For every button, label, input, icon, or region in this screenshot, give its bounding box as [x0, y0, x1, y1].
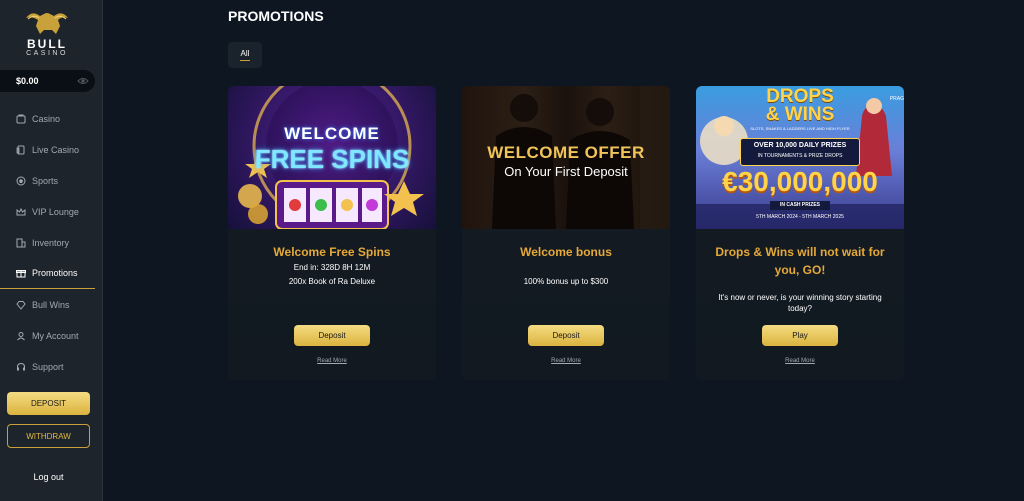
- sidebar-item-label: Casino: [32, 113, 61, 124]
- image-text-first-deposit: On Your First Deposit: [504, 164, 628, 179]
- image-text-free-spins: FREE SPINS: [254, 144, 410, 174]
- sports-icon: [16, 176, 26, 186]
- promo-title: Welcome Free Spins: [273, 245, 391, 259]
- promo-description: 200x Book of Ra Deluxe: [288, 277, 376, 286]
- withdraw-button[interactable]: WITHDRAW: [7, 424, 90, 448]
- image-text-wins: & WINS: [765, 104, 835, 125]
- sidebar-item-label: Sports: [32, 175, 59, 186]
- tab-label: All: [240, 49, 250, 58]
- sidebar: BULL CASINO $0.00 Casino Live Casino Spo…: [0, 0, 103, 501]
- sidebar-item-my-account[interactable]: My Account: [0, 320, 103, 351]
- sidebar-item-casino[interactable]: Casino: [0, 103, 103, 134]
- sidebar-item-promotions[interactable]: Promotions: [0, 258, 95, 289]
- image-text-welcome-offer: WELCOME OFFER: [487, 143, 645, 162]
- inventory-icon: [16, 238, 26, 248]
- deposit-button[interactable]: Deposit: [528, 325, 604, 346]
- sidebar-item-label: Promotions: [32, 268, 78, 278]
- deposit-button[interactable]: DEPOSIT: [7, 392, 90, 415]
- sidebar-item-bull-wins[interactable]: Bull Wins: [0, 289, 103, 320]
- logout-link[interactable]: Log out: [0, 472, 97, 482]
- read-more-link[interactable]: Read More: [462, 358, 670, 364]
- sidebar-nav: Casino Live Casino Sports VIP Lounge Inv…: [0, 103, 103, 382]
- page-title: PROMOTIONS: [228, 8, 324, 24]
- promo-title: Welcome bonus: [520, 245, 612, 259]
- gift-icon: [16, 268, 26, 278]
- diamond-icon: [16, 300, 26, 310]
- casino-icon: [16, 114, 26, 124]
- image-text-provider: PRAG: [889, 96, 904, 102]
- brand-word: BULL: [27, 37, 67, 51]
- crown-icon: [16, 207, 26, 217]
- promo-title: Drops & Wins will not wait for you, GO!: [715, 245, 885, 277]
- image-text-prize-amount: €30,000,000: [722, 166, 878, 197]
- eye-icon[interactable]: [77, 75, 89, 87]
- promo-card-free-spins: WELCOME FREE SPINS Welcome Free Spins En…: [228, 86, 436, 380]
- sidebar-item-inventory[interactable]: Inventory: [0, 227, 103, 258]
- image-text-cash-prizes: IN CASH PRIZES: [779, 202, 820, 208]
- promo-card-drops-wins: DROPS & WINS SLOTS, SNAKES & LADDERS LIV…: [696, 86, 904, 380]
- headset-icon: [16, 362, 26, 372]
- brand-logo[interactable]: BULL CASINO: [16, 8, 78, 62]
- image-text-dates: 5TH MARCH 2024 - 5TH MARCH 2025: [756, 214, 844, 220]
- sidebar-item-label: My Account: [32, 330, 79, 341]
- read-more-link[interactable]: Read More: [696, 358, 904, 364]
- user-icon: [16, 331, 26, 341]
- promo-image-drops-wins[interactable]: DROPS & WINS SLOTS, SNAKES & LADDERS LIV…: [696, 86, 904, 229]
- play-button[interactable]: Play: [762, 325, 838, 346]
- sidebar-item-label: Inventory: [32, 237, 70, 248]
- image-text-games: SLOTS, SNAKES & LADDERS LIVE AND HIGH FL…: [750, 126, 850, 131]
- sidebar-item-sports[interactable]: Sports: [0, 165, 103, 196]
- promo-image-welcome-offer[interactable]: WELCOME OFFER On Your First Deposit: [462, 86, 670, 229]
- sidebar-item-support[interactable]: Support: [0, 351, 103, 382]
- sidebar-item-label: VIP Lounge: [32, 206, 79, 217]
- brand-sub: CASINO: [26, 50, 68, 57]
- image-text-daily-prizes: OVER 10,000 DAILY PRIZES: [753, 142, 847, 149]
- bull-logo-icon: [26, 13, 68, 34]
- live-casino-icon: [16, 145, 26, 155]
- promo-description: 100% bonus up to $300: [523, 277, 609, 286]
- sidebar-item-label: Support: [32, 361, 64, 372]
- sidebar-item-label: Bull Wins: [32, 299, 70, 310]
- promo-image-free-spins[interactable]: WELCOME FREE SPINS: [228, 86, 436, 229]
- image-text-welcome: WELCOME: [284, 124, 380, 143]
- image-text-tournaments: IN TOURNAMENTS & PRIZE DROPS: [757, 153, 843, 159]
- sidebar-item-label: Live Casino: [32, 144, 80, 155]
- sidebar-item-vip-lounge[interactable]: VIP Lounge: [0, 196, 103, 227]
- promo-countdown: End in: 328D 8H 12M: [293, 263, 371, 272]
- promo-description: It's now or never, is your winning story…: [718, 293, 882, 313]
- balance-pill: $0.00: [0, 70, 95, 92]
- tab-all[interactable]: All: [228, 42, 262, 68]
- promo-card-welcome-bonus: WELCOME OFFER On Your First Deposit Welc…: [462, 86, 670, 380]
- tab-underline: [240, 60, 250, 61]
- sidebar-item-live-casino[interactable]: Live Casino: [0, 134, 103, 165]
- balance-amount: $0.00: [16, 76, 39, 86]
- read-more-link[interactable]: Read More: [228, 358, 436, 364]
- deposit-button[interactable]: Deposit: [294, 325, 370, 346]
